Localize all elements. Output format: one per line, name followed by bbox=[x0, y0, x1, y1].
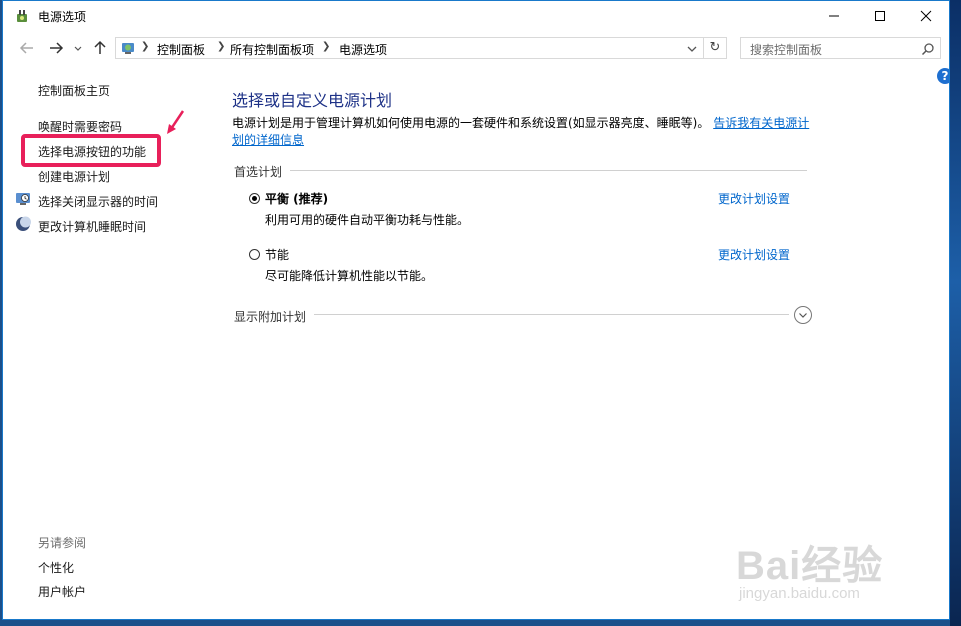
power-saver-plan-desc: 尽可能降低计算机性能以节能。 bbox=[265, 269, 434, 283]
navigation-bar: ❯ 控制面板 ❯ 所有控制面板项 ❯ 电源选项 ↻ 搜索控制面板 bbox=[3, 31, 949, 65]
balanced-plan-desc: 利用可用的硬件自动平衡功耗与性能。 bbox=[265, 213, 470, 227]
minimize-button[interactable] bbox=[811, 1, 857, 31]
breadcrumb-control-panel[interactable]: 控制面板 bbox=[157, 41, 205, 58]
address-bar[interactable]: ❯ 控制面板 ❯ 所有控制面板项 ❯ 电源选项 bbox=[115, 37, 704, 59]
search-input[interactable]: 搜索控制面板 bbox=[740, 37, 941, 59]
refresh-icon[interactable]: ↻ bbox=[704, 37, 727, 59]
divider bbox=[314, 314, 789, 315]
power-saver-plan-name[interactable]: 节能 bbox=[265, 246, 289, 263]
breadcrumb-all-items[interactable]: 所有控制面板项 bbox=[230, 41, 314, 58]
expand-chevron-icon[interactable] bbox=[794, 306, 812, 324]
power-saver-radio[interactable] bbox=[249, 249, 260, 260]
see-also-heading: 另请参阅 bbox=[38, 536, 87, 550]
breadcrumb-separator-icon: ❯ bbox=[141, 41, 150, 52]
additional-plans-heading[interactable]: 显示附加计划 bbox=[234, 308, 306, 325]
breadcrumb-separator-icon: ❯ bbox=[322, 41, 331, 52]
user-accounts-link[interactable]: 用户帐户 bbox=[38, 583, 86, 600]
plan-description: 电源计划是用于管理计算机如何使用电源的一套硬件和系统设置(如显示器亮度、睡眠等)… bbox=[232, 115, 812, 149]
forward-arrow-icon[interactable] bbox=[48, 40, 66, 56]
balanced-change-settings-link[interactable]: 更改计划设置 bbox=[718, 190, 790, 207]
control-panel-icon bbox=[120, 40, 136, 60]
up-arrow-icon[interactable] bbox=[92, 40, 110, 56]
display-off-time-link[interactable]: 选择关闭显示器的时间 bbox=[38, 193, 158, 210]
page-title: 选择或自定义电源计划 bbox=[232, 91, 393, 110]
search-icon[interactable] bbox=[921, 41, 935, 60]
baidu-watermark-logo: Bai经验 bbox=[736, 544, 884, 588]
maximize-button[interactable] bbox=[857, 1, 903, 31]
wake-password-link[interactable]: 唤醒时需要密码 bbox=[38, 118, 122, 135]
breadcrumb-power-options[interactable]: 电源选项 bbox=[339, 41, 387, 58]
title-bar: 电源选项 bbox=[3, 1, 949, 31]
personalization-link[interactable]: 个性化 bbox=[38, 559, 74, 576]
balanced-radio[interactable] bbox=[249, 193, 260, 204]
pointer-arrow-icon bbox=[163, 109, 187, 141]
description-text: 电源计划是用于管理计算机如何使用电源的一套硬件和系统设置(如显示器亮度、睡眠等)… bbox=[232, 116, 710, 130]
control-panel-home-link[interactable]: 控制面板主页 bbox=[38, 82, 110, 99]
back-arrow-icon[interactable] bbox=[19, 40, 37, 56]
search-placeholder: 搜索控制面板 bbox=[750, 43, 823, 57]
display-timeout-icon bbox=[15, 191, 31, 211]
help-icon[interactable]: ? bbox=[937, 68, 949, 84]
baidu-watermark-url: jingyan.baidu.com bbox=[739, 585, 860, 602]
create-power-plan-link[interactable]: 创建电源计划 bbox=[38, 168, 110, 185]
close-button[interactable] bbox=[903, 1, 949, 31]
desktop-background bbox=[950, 0, 961, 626]
highlight-box bbox=[21, 134, 161, 167]
preferred-plans-heading: 首选计划 bbox=[234, 165, 283, 179]
recent-locations-chevron-icon[interactable] bbox=[73, 40, 85, 56]
address-dropdown-chevron-icon[interactable] bbox=[686, 41, 698, 60]
power-options-window: 电源选项 ❯ 控制面板 ❯ 所有控制面板项 ❯ 电源选项 ↻ 搜索控制面板 ? … bbox=[2, 0, 950, 620]
window-title: 电源选项 bbox=[38, 10, 87, 24]
breadcrumb-separator-icon: ❯ bbox=[217, 41, 226, 52]
sleep-moon-icon bbox=[15, 216, 31, 236]
divider bbox=[290, 170, 807, 171]
power-saver-change-settings-link[interactable]: 更改计划设置 bbox=[718, 246, 790, 263]
power-options-icon bbox=[14, 8, 30, 24]
sleep-time-link[interactable]: 更改计算机睡眠时间 bbox=[38, 218, 146, 235]
balanced-plan-name[interactable]: 平衡 (推荐) bbox=[265, 190, 328, 207]
